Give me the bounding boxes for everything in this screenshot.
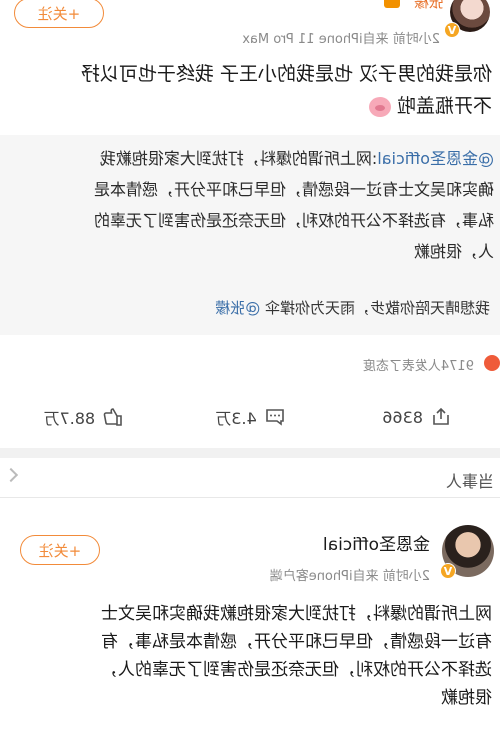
quoted-line4: 人，很抱歉: [413, 242, 494, 261]
thumbs-up-icon: [103, 408, 122, 426]
post2-line1: 网上所谓的爆料，打扰到大家很抱歉我确实和吴文士: [101, 604, 492, 624]
comment-icon: [265, 409, 284, 426]
post2-author-name[interactable]: 金恩圣official: [323, 530, 430, 555]
post1-avatar[interactable]: V: [444, 0, 490, 38]
like-button[interactable]: 88.7万: [0, 395, 167, 439]
post1-meta: 2小时前 来自iPhone 11 Pro Max: [242, 32, 440, 47]
pig-face-icon: [368, 96, 391, 117]
post1-author-name[interactable]: 张檬: [414, 0, 444, 12]
tag-row[interactable]: 当事人: [0, 458, 500, 498]
share-button[interactable]: 8366: [333, 395, 500, 439]
section-divider: [0, 448, 500, 458]
post2-avatar[interactable]: V: [440, 525, 494, 579]
quoted-line2: 确实和吴文士有过一段感情，但早已和平分开，感情本是: [93, 180, 494, 199]
post1-text-line2-content: 不开瓶盖啦: [396, 95, 492, 117]
angry-face-icon: [484, 355, 500, 371]
post1-text-line2: 不开瓶盖啦: [8, 90, 492, 122]
post1-text: 你是我的男子汉 也是我的小王子 我终于也可以抒 不开瓶盖啦: [0, 58, 500, 122]
post2-meta: 2小时前 来自iPhone客户端: [269, 569, 430, 584]
tag-row-label: 当事人: [445, 472, 494, 491]
quoted-post[interactable]: @金恩圣official:网上所谓的爆料，打扰到大家很抱歉我 确实和吴文士有过一…: [0, 135, 500, 335]
post1-follow-button[interactable]: +关注: [14, 0, 104, 28]
mirrored-weibo-screenshot: V 张檬 2小时前 来自iPhone 11 Pro Max +关注 你是我的男子…: [0, 0, 500, 756]
verified-badge-icon: V: [444, 22, 460, 38]
like-count: 88.7万: [43, 409, 96, 428]
quoted-post-text: @金恩圣official:网上所谓的爆料，打扰到大家很抱歉我 确实和吴文士有过一…: [0, 143, 500, 267]
post2-text: 网上所谓的爆料，打扰到大家很抱歉我确实和吴文士 有过一段感情，但早已和平分开，感…: [0, 600, 500, 712]
quoted-line3: 私事，有选择不公开的权利，但无奈还是伤害到了无辜的: [93, 211, 494, 230]
post1-header: V 张檬 2小时前 来自iPhone 11 Pro Max +关注: [0, 0, 500, 52]
quoted-author-link[interactable]: @金恩圣official: [377, 149, 494, 168]
share-count: 8366: [382, 407, 424, 427]
post1-text-line1: 你是我的男子汉 也是我的小王子 我终于也可以抒: [80, 63, 492, 85]
chevron-right-icon: [3, 467, 19, 483]
share-icon: [433, 407, 449, 425]
verified-badge-icon: V: [440, 563, 456, 579]
post2-line2: 有过一段感情，但早已和平分开，感情本是私事，有: [101, 632, 492, 652]
post2-line4: 很抱歉: [441, 688, 492, 708]
post2-line3: 选择不公开的权利，但无奈还是伤害到了无辜的人，: [101, 660, 492, 680]
quoted-footer-text: 我想晴天陪你散步，雨天为你撑伞: [264, 299, 490, 317]
comment-button[interactable]: 4.3万: [167, 395, 334, 439]
reaction-summary[interactable]: 9174人发表了态度: [0, 345, 500, 381]
post2-follow-button[interactable]: +关注: [20, 535, 100, 565]
quoted-line1-rest: :网上所谓的爆料，打扰到大家很抱歉我: [99, 149, 378, 168]
quoted-footer-mention[interactable]: @张檬: [215, 299, 260, 317]
quoted-line1: @金恩圣official:网上所谓的爆料，打扰到大家很抱歉我: [6, 143, 494, 174]
post1-action-bar: 8366 4.3万 88.7万: [0, 395, 500, 439]
quoted-footer: 我想晴天陪你散步，雨天为你撑伞 @张檬: [0, 297, 500, 318]
reaction-count-text: 9174人发表了态度: [362, 359, 474, 374]
comment-count: 4.3万: [215, 409, 257, 428]
member-badge-icon: [384, 0, 400, 8]
